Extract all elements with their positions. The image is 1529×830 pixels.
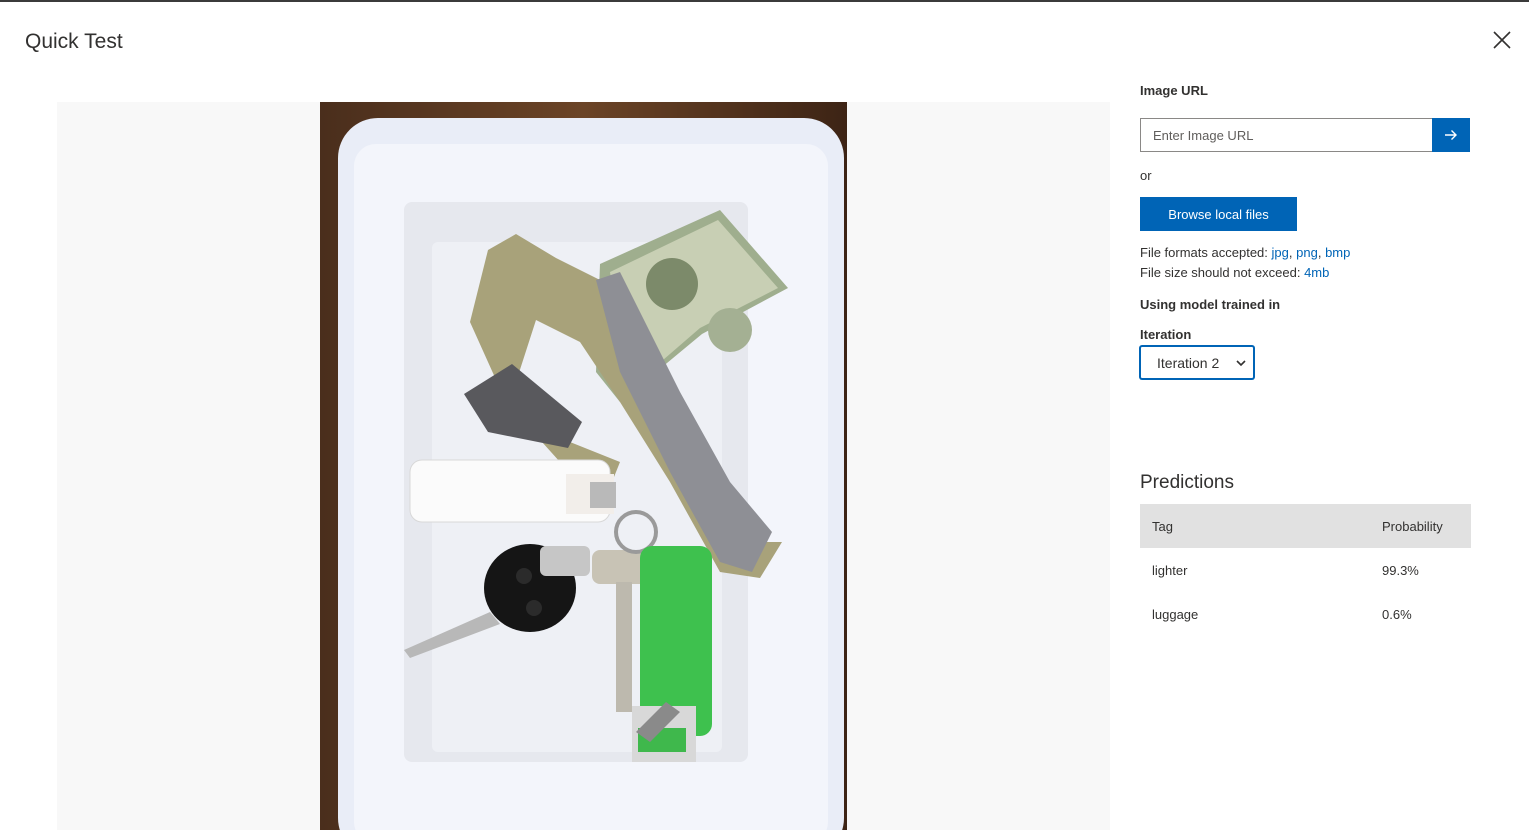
predictions-table: Tag Probability lighter 99.3% luggage 0.… bbox=[1140, 504, 1471, 636]
file-size-info: File size should not exceed: 4mb bbox=[1140, 265, 1329, 280]
file-formats-info: File formats accepted: jpg, png, bmp bbox=[1140, 245, 1351, 260]
iteration-selected-value: Iteration 2 bbox=[1157, 355, 1220, 371]
image-url-label: Image URL bbox=[1140, 83, 1208, 98]
format-bmp-link[interactable]: bmp bbox=[1325, 245, 1350, 260]
table-row: lighter 99.3% bbox=[1140, 548, 1471, 592]
iteration-label: Iteration bbox=[1140, 327, 1192, 342]
close-icon bbox=[1493, 31, 1511, 49]
arrow-right-icon bbox=[1445, 130, 1457, 140]
format-png-link[interactable]: png bbox=[1296, 245, 1318, 260]
iteration-select[interactable]: Iteration 2 bbox=[1140, 346, 1254, 379]
dialog-title: Quick Test bbox=[25, 30, 123, 53]
image-url-input[interactable] bbox=[1140, 118, 1432, 152]
browse-local-files-button[interactable]: Browse local files bbox=[1140, 197, 1297, 231]
image-preview-area bbox=[57, 102, 1110, 830]
file-size-value: 4mb bbox=[1304, 265, 1330, 280]
prediction-tag: lighter bbox=[1152, 563, 1188, 578]
file-size-label: File size should not exceed: bbox=[1140, 265, 1301, 280]
predictions-title: Predictions bbox=[1140, 472, 1234, 493]
format-jpg-link[interactable]: jpg bbox=[1272, 245, 1289, 260]
prediction-probability: 0.6% bbox=[1382, 607, 1412, 622]
prediction-tag: luggage bbox=[1152, 607, 1199, 622]
submit-url-button[interactable] bbox=[1432, 118, 1470, 152]
uploaded-test-image bbox=[320, 102, 847, 830]
table-row: luggage 0.6% bbox=[1140, 592, 1471, 636]
chevron-down-icon bbox=[1236, 360, 1246, 367]
column-header-probability: Probability bbox=[1382, 519, 1443, 534]
table-header: Tag Probability bbox=[1140, 504, 1471, 548]
test-controls-panel: Image URL or Browse local files File for… bbox=[1140, 0, 1480, 830]
or-separator: or bbox=[1140, 168, 1152, 183]
model-heading: Using model trained in bbox=[1140, 297, 1281, 312]
close-button[interactable] bbox=[1489, 27, 1515, 53]
prediction-probability: 99.3% bbox=[1382, 563, 1419, 578]
file-formats-label: File formats accepted: bbox=[1140, 245, 1268, 260]
column-header-tag: Tag bbox=[1152, 519, 1173, 534]
